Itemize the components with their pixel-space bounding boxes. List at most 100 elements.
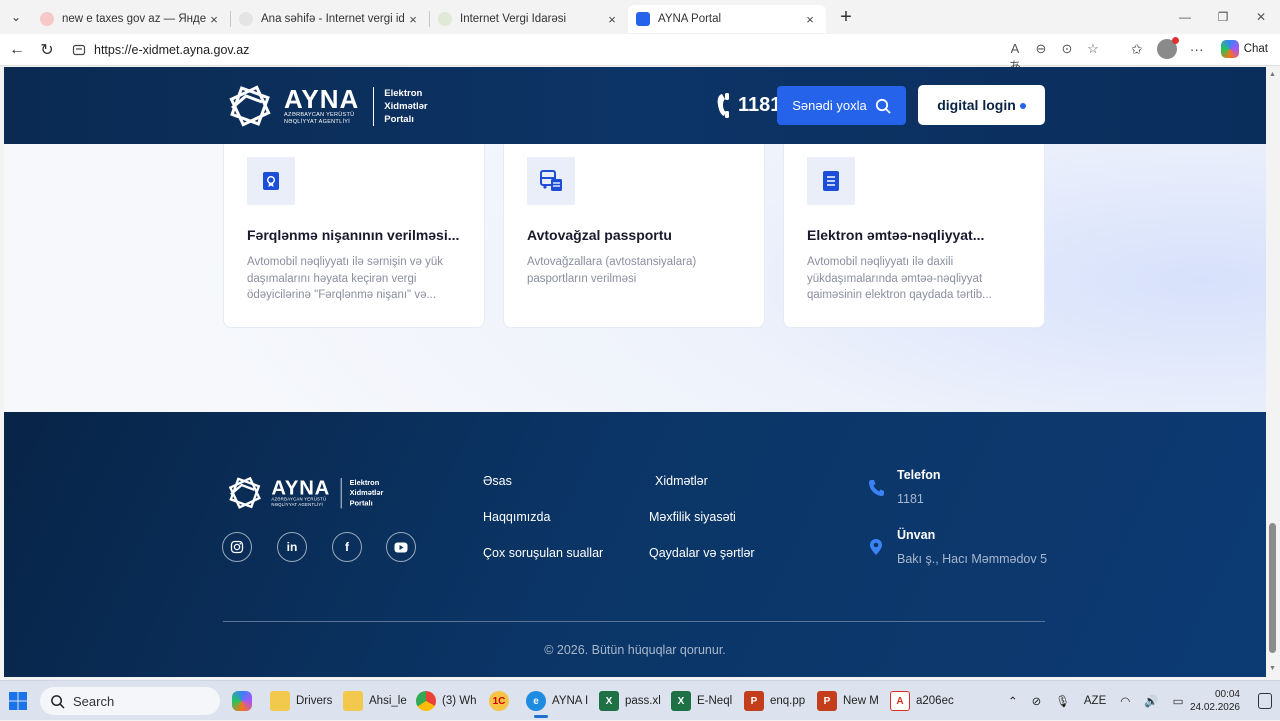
taskbar-app-ppt-new[interactable]: P New M [817, 681, 879, 721]
footer-link-terms[interactable]: Qaydalar və şərtlər [649, 546, 755, 560]
youtube-icon[interactable] [386, 532, 416, 562]
location-off-icon[interactable]: ⊘ [1032, 694, 1042, 708]
logo-sub-line: Xidmətlər [384, 100, 428, 112]
more-menu-icon[interactable]: ··· [1185, 37, 1209, 61]
card-title: Fərqlənmə nişanının verilməsi... [247, 227, 460, 243]
taskbar-app-label: New M [843, 695, 879, 707]
tab-ana-sehife[interactable]: Ana səhifə - İnternet vergi idarəsi × [231, 5, 429, 33]
card-title: Avtovağzal passportu [527, 227, 672, 243]
taskbar-clock[interactable]: 00:04 24.02.2026 [1190, 688, 1240, 714]
service-card[interactable]: Elektron əmtəə-nəqliyyat... Avtomobil nə… [783, 144, 1045, 328]
document-icon [807, 157, 855, 205]
footer-link-faq[interactable]: Çox soruşulan suallar [483, 546, 603, 560]
close-window-icon[interactable]: ✕ [1242, 0, 1280, 34]
profile-avatar[interactable] [1155, 37, 1179, 61]
site-favicon-icon [438, 12, 452, 26]
site-header: AYNA AZƏRBAYCAN YERÜSTÜ NƏQLİYYAT AGENTL… [4, 67, 1266, 144]
chat-label: Chat [1243, 43, 1268, 55]
tab-yandex[interactable]: new e taxes gov az — Яндекс: наш × [32, 5, 230, 33]
digital-login-label: digital login [937, 97, 1016, 113]
taskbar-app-ppt-enq[interactable]: P enq.pp [744, 681, 805, 721]
service-card[interactable]: Fərqlənmə nişanının verilməsi... Avtomob… [223, 144, 485, 328]
new-tab-button[interactable]: + [830, 6, 862, 29]
microphone-icon[interactable]: 🎙 [1055, 694, 1070, 708]
taskbar-app-1c[interactable]: 1С [489, 681, 509, 721]
restore-icon[interactable]: ❐ [1204, 0, 1242, 34]
card-title: Elektron əmtəə-nəqliyyat... [807, 227, 985, 243]
logo-sub-line: Xidmətlər [349, 488, 384, 498]
edge-icon: e [526, 691, 546, 711]
taskbar-app-pdf[interactable]: A a206ec [890, 681, 954, 721]
minimize-icon[interactable]: — [1166, 0, 1204, 34]
volume-icon[interactable]: 🔊 [1144, 694, 1158, 708]
window-controls: — ❐ ✕ [1166, 0, 1280, 34]
copyright-text: © 2026. Bütün hüquqlar qorunur. [544, 643, 726, 657]
url-field[interactable]: https://e-xidmet.ayna.gov.az [64, 37, 1124, 63]
language-indicator[interactable]: AZE [1084, 695, 1106, 707]
show-hidden-icons-icon[interactable]: ⌃ [1008, 694, 1018, 708]
wifi-icon[interactable]: ◠ [1120, 694, 1130, 708]
hotline[interactable]: 1181 [716, 91, 781, 119]
taskbar-app-drivers[interactable]: Drivers [270, 681, 332, 721]
instagram-icon[interactable] [222, 532, 252, 562]
folder-icon [270, 691, 290, 711]
taskbar-app-ahsi[interactable]: Ahsi_le [343, 681, 407, 721]
chrome-icon [416, 691, 436, 711]
digital-login-button[interactable]: digital login [918, 85, 1045, 125]
linkedin-icon[interactable]: in [277, 532, 307, 562]
scroll-thumb[interactable] [1269, 523, 1276, 653]
tab-internet-vergi[interactable]: İnternet Vergi İdarəsi × [430, 5, 628, 33]
tab-title: new e taxes gov az — Яндекс: наш [62, 13, 206, 25]
ayna-favicon-icon [636, 12, 650, 26]
notifications-icon[interactable] [1258, 681, 1272, 721]
footer-link-privacy[interactable]: Məxfilik siyasəti [649, 510, 736, 524]
check-document-label: Sənədi yoxla [792, 98, 867, 113]
favorites-icon[interactable]: ✩ [1125, 37, 1149, 61]
ayna-star-logo-icon [228, 476, 261, 509]
taskbar-search[interactable]: Search [40, 687, 220, 715]
taskbar-app-chrome[interactable]: (3) Wh [416, 681, 477, 721]
contact-address-value: Bakı ş., Hacı Məmmədov 5 [897, 552, 1048, 566]
footer-link-home[interactable]: Əsas [483, 474, 512, 488]
scroll-up-icon[interactable]: ▲ [1269, 71, 1276, 78]
close-tab-icon[interactable]: × [604, 12, 620, 27]
tab-ayna-portal[interactable]: AYNA Portal × [628, 5, 826, 33]
check-document-button[interactable]: Sənədi yoxla [777, 86, 906, 125]
page-viewport: AYNA AZƏRBAYCAN YERÜSTÜ NƏQLİYYAT AGENTL… [4, 67, 1266, 677]
page-scrollbar[interactable]: ▲ ▼ [1266, 67, 1280, 677]
search-icon [875, 98, 891, 113]
service-card[interactable]: Avtovağzal passportu Avtovağzallara (avt… [503, 144, 765, 328]
footer-ayna-logo[interactable]: AYNA AZƏRBAYCAN YERÜSTÜ NƏQLİYYAT AGENTL… [223, 471, 383, 515]
logo-wordmark: AYNA AZƏRBAYCAN YERÜSTÜ NƏQLİYYAT AGENTL… [284, 86, 359, 126]
site-info-icon[interactable] [72, 43, 86, 57]
refresh-icon[interactable]: ↻ [32, 35, 62, 65]
battery-icon[interactable]: ▭ [1173, 694, 1184, 708]
excel-icon: X [599, 691, 619, 711]
clock-time: 00:04 [1214, 689, 1240, 700]
taskbar-app-excel-eneql[interactable]: X E-Neql [671, 681, 732, 721]
ayna-logo[interactable]: AYNA AZƏRBAYCAN YERÜSTÜ NƏQLİYYAT AGENTL… [222, 78, 428, 134]
tab-actions-icon[interactable]: ⌄ [0, 0, 32, 34]
folder-icon [343, 691, 363, 711]
copilot-taskbar-icon[interactable] [232, 681, 252, 721]
taskbar-app-excel-pass[interactable]: X pass.xl [599, 681, 661, 721]
copilot-chat-button[interactable]: Chat [1215, 40, 1274, 58]
back-icon[interactable]: ← [2, 35, 32, 65]
taskbar-app-label: (3) Wh [442, 695, 477, 707]
footer-link-services[interactable]: Xidmətlər [655, 474, 708, 488]
contact-phone-label: Telefon [897, 468, 941, 482]
scroll-down-icon[interactable]: ▼ [1269, 665, 1276, 672]
phone-icon [869, 480, 884, 496]
contact-phone-value[interactable]: 1181 [897, 492, 924, 506]
clock-date: 24.02.2026 [1189, 702, 1240, 713]
close-tab-icon[interactable]: × [802, 12, 818, 27]
login-dot-icon [1019, 103, 1026, 109]
footer-divider [223, 621, 1045, 622]
close-tab-icon[interactable]: × [405, 12, 421, 27]
close-tab-icon[interactable]: × [206, 12, 222, 27]
start-button[interactable] [8, 681, 28, 721]
footer-link-about[interactable]: Haqqımızda [483, 510, 550, 524]
taskbar-app-label: pass.xl [625, 695, 661, 707]
facebook-icon[interactable]: f [332, 532, 362, 562]
browser-tab-bar: ⌄ new e taxes gov az — Яндекс: наш × Ana… [0, 0, 1280, 34]
